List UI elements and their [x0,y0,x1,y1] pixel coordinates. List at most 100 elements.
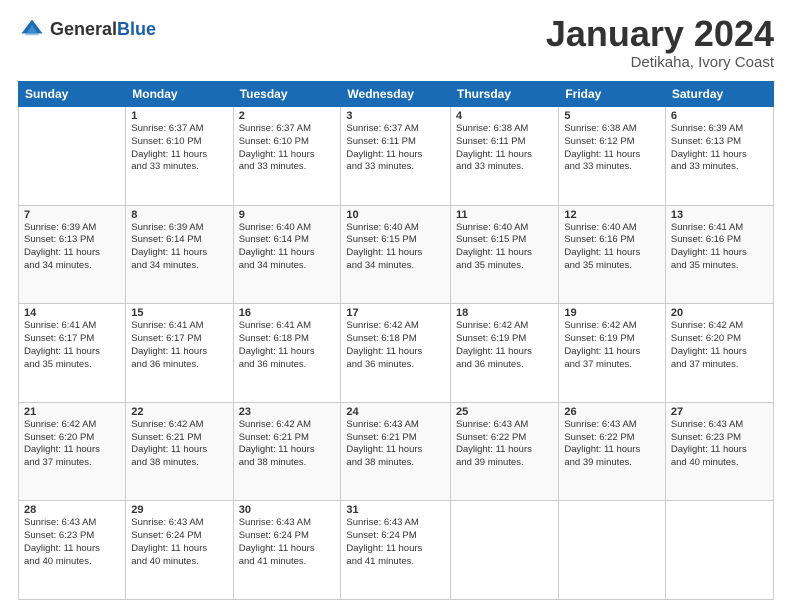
day-info: Sunrise: 6:40 AMSunset: 6:14 PMDaylight:… [239,222,336,273]
day-number: 2 [239,110,336,122]
day-number: 17 [346,307,445,319]
day-info: Sunrise: 6:42 AMSunset: 6:19 PMDaylight:… [456,320,553,371]
table-row: 20Sunrise: 6:42 AMSunset: 6:20 PMDayligh… [665,304,773,403]
day-info: Sunrise: 6:43 AMSunset: 6:24 PMDaylight:… [131,517,227,568]
table-row: 14Sunrise: 6:41 AMSunset: 6:17 PMDayligh… [19,304,126,403]
calendar-page: GeneralBlue January 2024 Detikaha, Ivory… [0,0,792,612]
calendar-table: Sunday Monday Tuesday Wednesday Thursday… [18,81,774,600]
day-info: Sunrise: 6:40 AMSunset: 6:16 PMDaylight:… [564,222,660,273]
day-number: 16 [239,307,336,319]
logo-general: General [50,19,117,39]
calendar-week-0: 1 Sunrise: 6:37 AMSunset: 6:10 PMDaylight… [19,107,774,206]
table-row: 31Sunrise: 6:43 AMSunset: 6:24 PMDayligh… [341,501,451,600]
day-info: Sunrise: 6:40 AMSunset: 6:15 PMDaylight:… [456,222,553,273]
day-number: 4 [456,110,553,122]
calendar-header-row: Sunday Monday Tuesday Wednesday Thursday… [19,82,774,107]
day-info: Sunrise: 6:42 AMSunset: 6:19 PMDaylight:… [564,320,660,371]
day-number: 8 [131,209,227,221]
logo-blue: Blue [117,19,156,39]
day-number: 30 [239,504,336,516]
day-info: Sunrise: 6:38 AMSunset: 6:11 PMDaylight:… [456,123,553,174]
day-number: 25 [456,406,553,418]
day-number: 20 [671,307,768,319]
calendar-week-4: 28Sunrise: 6:43 AMSunset: 6:23 PMDayligh… [19,501,774,600]
day-info: Sunrise: 6:39 AMSunset: 6:14 PMDaylight:… [131,222,227,273]
day-info: Sunrise: 6:37 AMSunset: 6:11 PMDaylight:… [346,123,445,174]
day-number: 22 [131,406,227,418]
header-monday: Monday [126,82,233,107]
day-number: 29 [131,504,227,516]
table-row: 7Sunrise: 6:39 AMSunset: 6:13 PMDaylight… [19,205,126,304]
table-row: 25Sunrise: 6:43 AMSunset: 6:22 PMDayligh… [451,402,559,501]
day-info: Sunrise: 6:41 AMSunset: 6:16 PMDaylight:… [671,222,768,273]
location-title: Detikaha, Ivory Coast [546,54,774,71]
day-number: 6 [671,110,768,122]
day-info: Sunrise: 6:43 AMSunset: 6:24 PMDaylight:… [239,517,336,568]
table-row: 22Sunrise: 6:42 AMSunset: 6:21 PMDayligh… [126,402,233,501]
day-number: 27 [671,406,768,418]
day-info: Sunrise: 6:37 AMSunset: 6:10 PMDaylight:… [239,123,336,174]
day-number: 5 [564,110,660,122]
table-row: 26Sunrise: 6:43 AMSunset: 6:22 PMDayligh… [559,402,666,501]
table-row: 30Sunrise: 6:43 AMSunset: 6:24 PMDayligh… [233,501,341,600]
day-number: 18 [456,307,553,319]
day-info: Sunrise: 6:39 AMSunset: 6:13 PMDaylight:… [671,123,768,174]
day-info: Sunrise: 6:43 AMSunset: 6:24 PMDaylight:… [346,517,445,568]
day-info: Sunrise: 6:43 AMSunset: 6:23 PMDaylight:… [671,419,768,470]
table-row: 29Sunrise: 6:43 AMSunset: 6:24 PMDayligh… [126,501,233,600]
day-number: 19 [564,307,660,319]
table-row: 10Sunrise: 6:40 AMSunset: 6:15 PMDayligh… [341,205,451,304]
day-number: 9 [239,209,336,221]
day-number: 13 [671,209,768,221]
table-row: 18Sunrise: 6:42 AMSunset: 6:19 PMDayligh… [451,304,559,403]
table-row: 27Sunrise: 6:43 AMSunset: 6:23 PMDayligh… [665,402,773,501]
table-row: 1Sunrise: 6:37 AMSunset: 6:10 PMDaylight… [126,107,233,206]
day-number: 12 [564,209,660,221]
table-row [19,107,126,206]
day-number: 7 [24,209,120,221]
table-row: 24Sunrise: 6:43 AMSunset: 6:21 PMDayligh… [341,402,451,501]
logo: GeneralBlue [18,16,156,44]
day-number: 1 [131,110,227,122]
table-row: 28Sunrise: 6:43 AMSunset: 6:23 PMDayligh… [19,501,126,600]
header-friday: Friday [559,82,666,107]
day-info: Sunrise: 6:42 AMSunset: 6:18 PMDaylight:… [346,320,445,371]
table-row: 21Sunrise: 6:42 AMSunset: 6:20 PMDayligh… [19,402,126,501]
day-number: 15 [131,307,227,319]
title-section: January 2024 Detikaha, Ivory Coast [546,16,774,71]
table-row: 23Sunrise: 6:42 AMSunset: 6:21 PMDayligh… [233,402,341,501]
table-row: 8Sunrise: 6:39 AMSunset: 6:14 PMDaylight… [126,205,233,304]
logo-text: GeneralBlue [50,20,156,40]
calendar-week-1: 7Sunrise: 6:39 AMSunset: 6:13 PMDaylight… [19,205,774,304]
table-row: 15Sunrise: 6:41 AMSunset: 6:17 PMDayligh… [126,304,233,403]
day-info: Sunrise: 6:38 AMSunset: 6:12 PMDaylight:… [564,123,660,174]
day-info: Sunrise: 6:42 AMSunset: 6:20 PMDaylight:… [24,419,120,470]
day-info: Sunrise: 6:41 AMSunset: 6:17 PMDaylight:… [131,320,227,371]
table-row: 3Sunrise: 6:37 AMSunset: 6:11 PMDaylight… [341,107,451,206]
day-number: 28 [24,504,120,516]
day-number: 24 [346,406,445,418]
day-info: Sunrise: 6:43 AMSunset: 6:22 PMDaylight:… [456,419,553,470]
day-info: Sunrise: 6:41 AMSunset: 6:18 PMDaylight:… [239,320,336,371]
day-number: 3 [346,110,445,122]
day-info: Sunrise: 6:42 AMSunset: 6:21 PMDaylight:… [239,419,336,470]
day-info: Sunrise: 6:43 AMSunset: 6:23 PMDaylight:… [24,517,120,568]
day-info: Sunrise: 6:42 AMSunset: 6:21 PMDaylight:… [131,419,227,470]
logo-icon [18,16,46,44]
header: GeneralBlue January 2024 Detikaha, Ivory… [18,16,774,71]
table-row: 13Sunrise: 6:41 AMSunset: 6:16 PMDayligh… [665,205,773,304]
day-info: Sunrise: 6:43 AMSunset: 6:22 PMDaylight:… [564,419,660,470]
day-number: 31 [346,504,445,516]
calendar-week-3: 21Sunrise: 6:42 AMSunset: 6:20 PMDayligh… [19,402,774,501]
day-number: 14 [24,307,120,319]
day-number: 10 [346,209,445,221]
header-wednesday: Wednesday [341,82,451,107]
table-row [451,501,559,600]
calendar-week-2: 14 Sunrise: 6:41 AMSunset: 6:17 PMDayligh… [19,304,774,403]
month-title: January 2024 [546,16,774,52]
day-info: Sunrise: 6:40 AMSunset: 6:15 PMDaylight:… [346,222,445,273]
day-number: 21 [24,406,120,418]
table-row: 4Sunrise: 6:38 AMSunset: 6:11 PMDaylight… [451,107,559,206]
table-row: 11Sunrise: 6:40 AMSunset: 6:15 PMDayligh… [451,205,559,304]
table-row: 16Sunrise: 6:41 AMSunset: 6:18 PMDayligh… [233,304,341,403]
